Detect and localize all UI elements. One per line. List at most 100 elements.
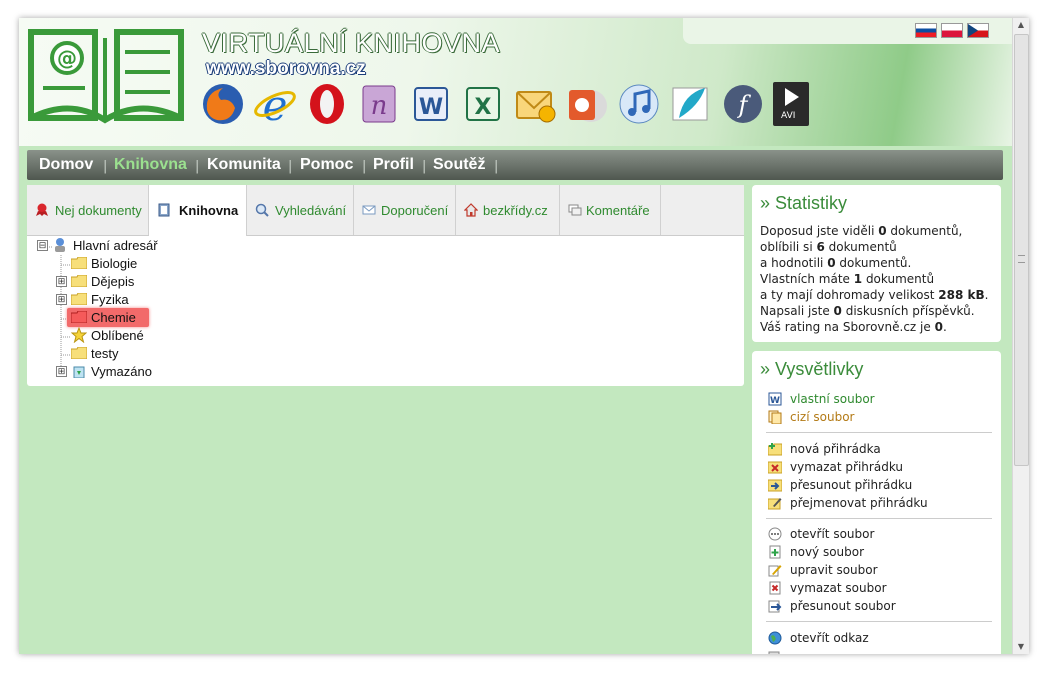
tree-label: Chemie xyxy=(91,310,136,325)
vertical-scrollbar[interactable]: ▲ ▼ xyxy=(1012,18,1029,654)
tree-folder-biologie[interactable]: Biologie xyxy=(71,255,191,273)
comments-icon xyxy=(568,204,582,216)
tab-label: Vyhledávání xyxy=(275,203,347,218)
recycle-bin-icon xyxy=(73,366,85,378)
book-icon xyxy=(158,203,170,217)
legend-label: cizí soubor xyxy=(790,410,855,424)
folder-move-icon xyxy=(768,479,782,492)
opera-icon xyxy=(310,84,344,124)
stat-line: a hodnotili 0 dokumentů. xyxy=(760,256,912,270)
tree-folder-oblibene[interactable]: Oblíbené xyxy=(71,327,191,345)
nav-separator: | xyxy=(422,159,427,174)
site-title: VIRTUÁLNÍ KNIHOVNA xyxy=(202,28,501,58)
tab-label: Komentáře xyxy=(586,203,650,218)
legend-label: vymazat přihrádku xyxy=(790,460,903,474)
tree-folder-testy[interactable]: testy xyxy=(71,345,191,363)
tab-nej-dokumenty[interactable]: Nej dokumenty xyxy=(27,185,149,235)
site-url: www.sborovna.cz xyxy=(206,58,366,79)
svg-text:e: e xyxy=(263,82,288,126)
folder-icon xyxy=(71,293,87,305)
expand-toggle[interactable]: ⊞ xyxy=(56,276,67,287)
legend-label: vlastní soubor xyxy=(790,392,875,406)
folder-icon xyxy=(71,347,87,359)
nav-knihovna[interactable]: Knihovna xyxy=(114,156,187,174)
music-icon xyxy=(619,84,659,124)
collapse-toggle[interactable]: ⊟ xyxy=(37,240,48,251)
legend-label: vymazat soubor xyxy=(790,581,887,595)
library-tabs: Nej dokumenty Knihovna Vyhledávání Dopor… xyxy=(27,185,744,236)
folder-delete-icon xyxy=(768,461,782,474)
expand-toggle[interactable]: ⊞ xyxy=(56,366,67,377)
stat-line: Napsali jste 0 diskusních příspěvků. xyxy=(760,304,975,318)
file-open-icon xyxy=(768,527,782,541)
nav-komunita[interactable]: Komunita xyxy=(207,156,281,174)
legend-label: přesunout přihrádku xyxy=(790,478,913,492)
avi-icon: AVI xyxy=(773,82,809,126)
nav-soutez[interactable]: Soutěž xyxy=(433,156,485,174)
tab-label: bezkřídy.cz xyxy=(483,203,548,218)
tree-folder-dejepis[interactable]: ⊞ Dějepis xyxy=(35,273,195,291)
svg-text:@: @ xyxy=(57,46,77,70)
tab-knihovna[interactable]: Knihovna xyxy=(149,185,247,236)
outlook-icon xyxy=(516,91,556,123)
library-panel: Nej dokumenty Knihovna Vyhledávání Dopor… xyxy=(27,185,744,386)
tab-doporuceni[interactable]: Doporučení xyxy=(354,185,456,235)
tab-label: Doporučení xyxy=(381,203,449,218)
word-doc-icon: W xyxy=(768,392,782,406)
scrollbar-thumb[interactable] xyxy=(1014,34,1029,466)
legend-label: nový soubor xyxy=(790,545,865,559)
scroll-up-icon[interactable]: ▲ xyxy=(1013,18,1029,32)
expand-toggle[interactable]: ⊞ xyxy=(56,294,67,305)
flag-sk-icon[interactable] xyxy=(915,23,937,38)
nav-separator: | xyxy=(494,159,499,174)
nav-pomoc[interactable]: Pomoc xyxy=(300,156,353,174)
tab-vyhledavani[interactable]: Vyhledávání xyxy=(247,185,354,235)
tree-folder-chemie-selected[interactable]: Chemie xyxy=(67,308,149,327)
main-nav: Domov | Knihovna | Komunita | Pomoc | Pr… xyxy=(27,150,1003,180)
legend-label: otevřít odkaz xyxy=(790,631,869,645)
svg-text:n: n xyxy=(371,91,388,121)
site-header: @ VIRTUÁLNÍ KNIHOVNA www.sborovna.cz e n… xyxy=(19,18,1013,146)
folder-icon xyxy=(71,275,87,287)
word-icon: W xyxy=(414,87,448,121)
globe-icon xyxy=(768,631,782,645)
legend-divider xyxy=(766,518,992,519)
magnifier-icon xyxy=(255,203,269,217)
award-ribbon-icon xyxy=(36,203,48,216)
avi-label: AVI xyxy=(781,111,796,121)
folder-icon xyxy=(71,257,87,269)
legend-label: přejmenovat přihrádku xyxy=(790,496,928,510)
statistics-text: Doposud jste viděli 0 dokumentů, oblíbil… xyxy=(760,223,988,335)
tab-bezkridy[interactable]: bezkřídy.cz xyxy=(456,185,560,235)
scrollbar-grip-icon xyxy=(1018,255,1025,263)
internet-explorer-icon: e xyxy=(254,82,296,126)
user-root-icon xyxy=(55,238,65,252)
stat-line: Vlastních máte 1 dokumentů xyxy=(760,272,935,286)
tree-folder-vymazano[interactable]: ⊞ Vymazáno xyxy=(35,363,195,381)
browser-viewport: @ VIRTUÁLNÍ KNIHOVNA www.sborovna.cz e n… xyxy=(19,18,1029,654)
tree-root[interactable]: ⊟ Hlavní adresář xyxy=(35,237,195,255)
tree-label: Oblíbené xyxy=(91,328,144,343)
file-move-icon xyxy=(768,600,782,613)
statistics-box: » Statistiky Doposud jste viděli 0 dokum… xyxy=(752,185,1001,342)
nav-domov[interactable]: Domov xyxy=(39,156,93,174)
file-add-icon xyxy=(769,545,781,559)
envelope-icon xyxy=(362,205,376,215)
scroll-down-icon[interactable]: ▼ xyxy=(1013,640,1029,654)
legend-title: » Vysvětlivky xyxy=(760,359,864,379)
nav-profil[interactable]: Profil xyxy=(373,156,414,174)
legend-box: » Vysvětlivky W vlastní soubor cizí soub… xyxy=(752,351,1001,654)
tree-folder-fyzika[interactable]: ⊞ Fyzika xyxy=(35,291,195,309)
stat-line: oblíbili si 6 dokumentů xyxy=(760,240,897,254)
tree-root-label: Hlavní adresář xyxy=(73,238,158,253)
feather-icon xyxy=(672,87,708,121)
tab-label: Knihovna xyxy=(179,203,239,218)
stat-line: a ty mají dohromady velikost 288 kB. xyxy=(760,288,989,302)
tree-label: Fyzika xyxy=(91,292,129,307)
flag-cz-icon[interactable] xyxy=(967,23,989,38)
tab-komentare[interactable]: Komentáře xyxy=(560,185,661,235)
tab-label: Nej dokumenty xyxy=(55,203,142,218)
flag-pl-icon[interactable] xyxy=(941,23,963,38)
house-icon xyxy=(464,203,478,217)
powerpoint-icon xyxy=(569,90,607,122)
